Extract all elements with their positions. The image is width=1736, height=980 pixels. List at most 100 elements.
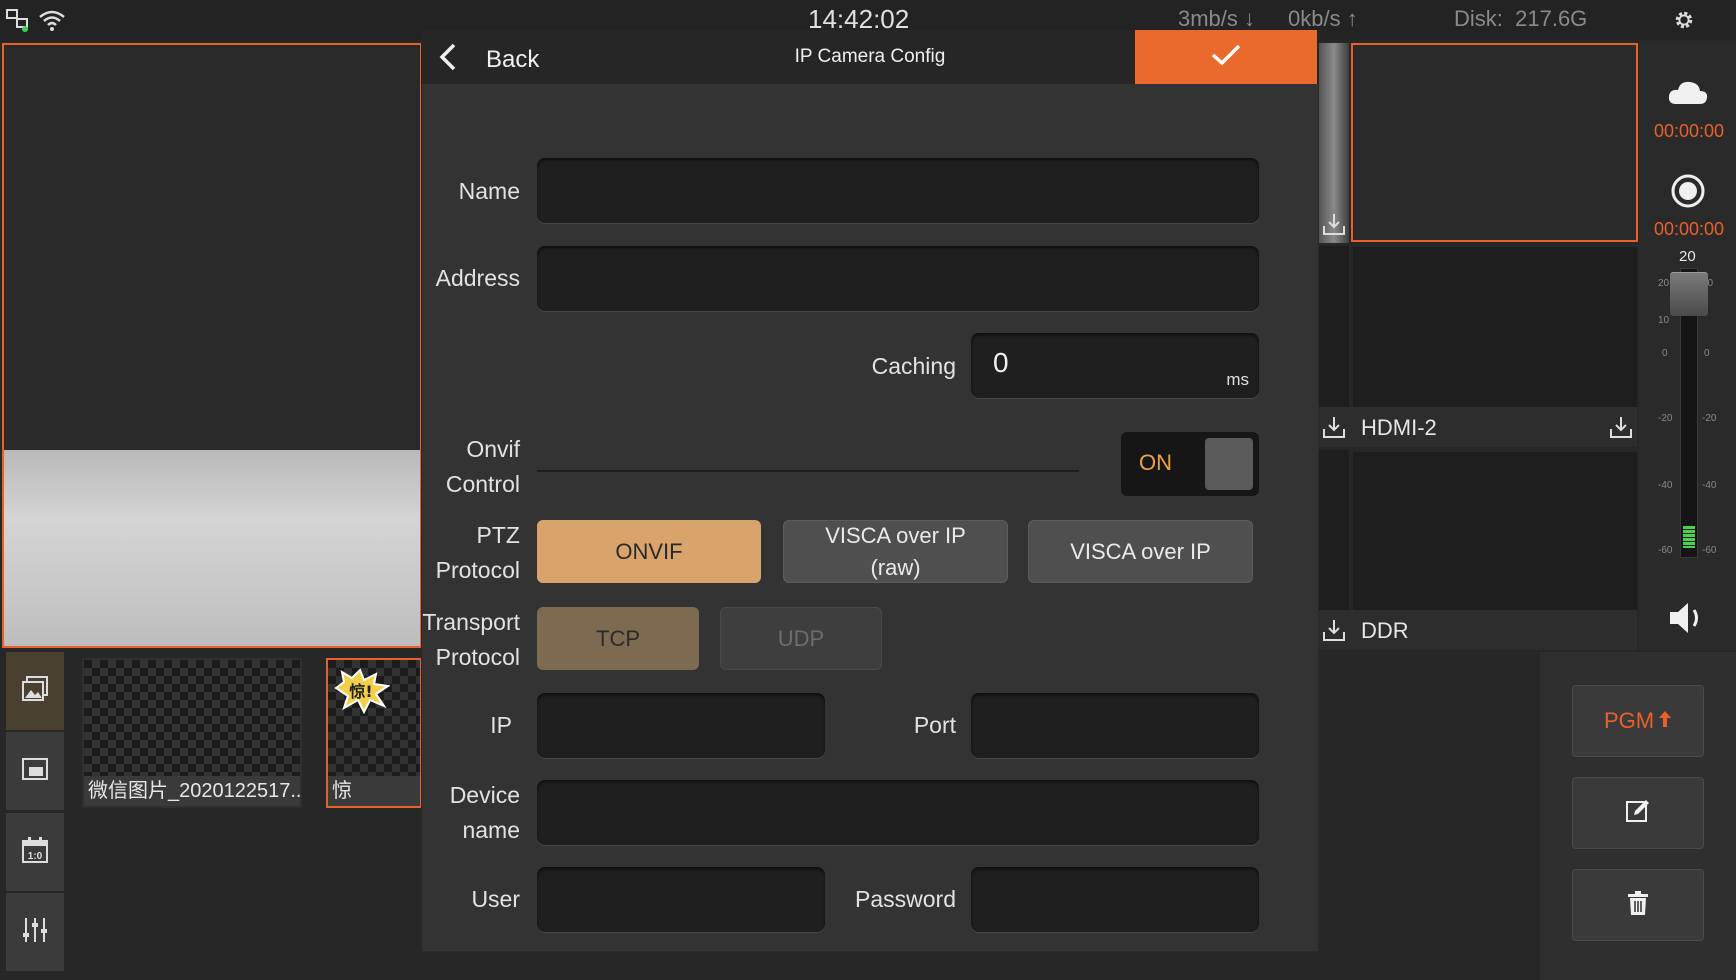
dialog-title: IP Camera Config xyxy=(794,46,946,67)
ip-label: IP xyxy=(490,712,512,738)
transport-protocol-label: Transport Protocol xyxy=(412,605,520,675)
caching-unit: ms xyxy=(1226,370,1249,389)
source-bar-hdmi2: HDMI-2 xyxy=(1319,407,1637,447)
port-label: Port xyxy=(913,712,956,738)
confirm-button[interactable] xyxy=(1135,30,1317,84)
picture-in-picture-icon xyxy=(22,757,48,785)
vu-tick-label: -40 xyxy=(1658,480,1673,491)
cloud-stream-icon[interactable] xyxy=(1666,78,1710,113)
transport-label-line2: Protocol xyxy=(435,644,520,670)
edit-button[interactable] xyxy=(1572,777,1704,849)
svg-text:1:0: 1:0 xyxy=(28,851,43,862)
back-label: Back xyxy=(486,45,540,73)
delete-button[interactable] xyxy=(1572,869,1704,941)
checkmark-icon xyxy=(1211,44,1241,71)
ptz-visca-raw-button[interactable]: VISCA over IP (raw) xyxy=(783,520,1008,583)
record-timer: 00:00:00 xyxy=(1654,219,1725,239)
toggle-knob xyxy=(1205,438,1253,490)
vu-tick-label: 0 xyxy=(1704,348,1710,359)
source-monitor-hdmi2[interactable] xyxy=(1353,247,1637,407)
thumbnail-caption: 惊 xyxy=(328,776,420,806)
wifi-icon xyxy=(38,8,66,37)
vu-tick-label: -20 xyxy=(1658,413,1673,424)
source-monitor-1[interactable] xyxy=(1351,43,1638,242)
device-label-line2: name xyxy=(462,817,520,843)
tool-pip-button[interactable] xyxy=(6,732,64,810)
caching-label: Caching xyxy=(871,353,956,379)
tool-timer-button[interactable]: 1:0 xyxy=(6,813,64,891)
sticker-text: 惊! xyxy=(349,682,372,701)
address-label: Address xyxy=(435,265,520,291)
source-label: HDMI-2 xyxy=(1361,415,1437,440)
ptz-option-label: VISCA over IP xyxy=(825,522,966,548)
password-input[interactable] xyxy=(971,867,1259,932)
arrow-up-icon xyxy=(1658,708,1672,734)
device-name-input[interactable] xyxy=(537,780,1259,845)
vu-level-bar xyxy=(1683,526,1695,548)
pgm-label: PGM xyxy=(1603,708,1655,733)
disk-usage: Disk: 217.6G xyxy=(1454,6,1588,31)
back-button[interactable]: Back xyxy=(438,42,539,77)
media-thumbnail-selected[interactable]: 惊! 惊 xyxy=(326,658,422,808)
caching-value: 0 xyxy=(993,347,1009,378)
source-monitor-ddr[interactable] xyxy=(1353,452,1637,610)
ptz-label-line2: Protocol xyxy=(435,557,520,583)
calendar-timer-icon: 1:0 xyxy=(22,836,48,868)
device-label-line1: Device xyxy=(449,782,520,808)
ptz-protocol-label: PTZ Protocol xyxy=(420,518,520,588)
volume-value: 20 xyxy=(1679,248,1696,265)
import-icon[interactable] xyxy=(1322,212,1346,241)
media-thumbnail[interactable]: 微信图片_2020122517... xyxy=(82,658,302,808)
name-input[interactable] xyxy=(537,158,1259,223)
import-icon[interactable] xyxy=(1609,415,1633,445)
onvif-divider xyxy=(537,470,1079,472)
image-icon xyxy=(22,675,48,707)
camera-feed-image xyxy=(4,450,420,646)
ip-input[interactable] xyxy=(537,693,825,758)
address-input[interactable] xyxy=(537,246,1259,311)
equalizer-sliders-icon xyxy=(22,917,48,948)
thumbnail-caption: 微信图片_2020122517... xyxy=(84,776,300,806)
ptz-onvif-button[interactable]: ONVIF xyxy=(537,520,761,583)
transport-udp-button[interactable]: UDP xyxy=(720,607,882,670)
vu-tick-label: -40 xyxy=(1702,480,1717,491)
audio-vu-meter: 20 10 0 -20 -40 -60 10 0 -20 -40 -60 xyxy=(1658,268,1720,558)
user-input[interactable] xyxy=(537,867,825,932)
trash-icon xyxy=(1627,890,1649,921)
onvif-toggle[interactable]: ON xyxy=(1121,432,1259,496)
user-label: User xyxy=(471,886,520,912)
ptz-visca-button[interactable]: VISCA over IP xyxy=(1028,520,1253,583)
onvif-label-line2: Control xyxy=(445,471,520,497)
vu-tick-label: -60 xyxy=(1658,545,1673,556)
name-label: Name xyxy=(458,178,520,204)
port-input[interactable] xyxy=(971,693,1259,758)
stream-timer: 00:00:00 xyxy=(1654,121,1725,141)
pgm-button[interactable]: PGM xyxy=(1572,685,1704,757)
source-bar-ddr: DDR xyxy=(1319,610,1637,650)
transport-tcp-button[interactable]: TCP xyxy=(537,607,699,670)
transparent-background xyxy=(84,660,300,778)
caching-input[interactable]: 0 ms xyxy=(971,333,1259,398)
vu-tick-label: -60 xyxy=(1702,545,1717,556)
program-preview[interactable] xyxy=(2,43,422,648)
upload-rate: 0kb/s ↑ xyxy=(1288,6,1358,31)
onvif-toggle-state: ON xyxy=(1139,450,1172,475)
settings-gear-icon[interactable] xyxy=(1673,9,1695,36)
import-icon[interactable] xyxy=(1322,618,1346,648)
record-icon[interactable] xyxy=(1670,173,1706,214)
onvif-label-line1: Onvif xyxy=(466,436,520,462)
tool-image-button[interactable] xyxy=(6,652,64,730)
tool-mixer-button[interactable] xyxy=(6,893,64,971)
ptz-label-line1: PTZ xyxy=(476,522,520,548)
source-label: DDR xyxy=(1361,618,1409,643)
onvif-control-label: Onvif Control xyxy=(420,432,520,502)
chevron-left-icon xyxy=(438,42,458,77)
sticker-image: 惊! xyxy=(332,668,391,719)
speaker-volume-icon[interactable] xyxy=(1668,600,1708,641)
volume-fader-handle[interactable] xyxy=(1670,272,1708,316)
download-rate: 3mb/s ↓ xyxy=(1178,6,1256,31)
network-icon xyxy=(6,8,30,37)
vu-tick-label: 0 xyxy=(1662,348,1668,359)
import-icon[interactable] xyxy=(1322,415,1346,445)
vu-tick-label: -20 xyxy=(1702,413,1717,424)
